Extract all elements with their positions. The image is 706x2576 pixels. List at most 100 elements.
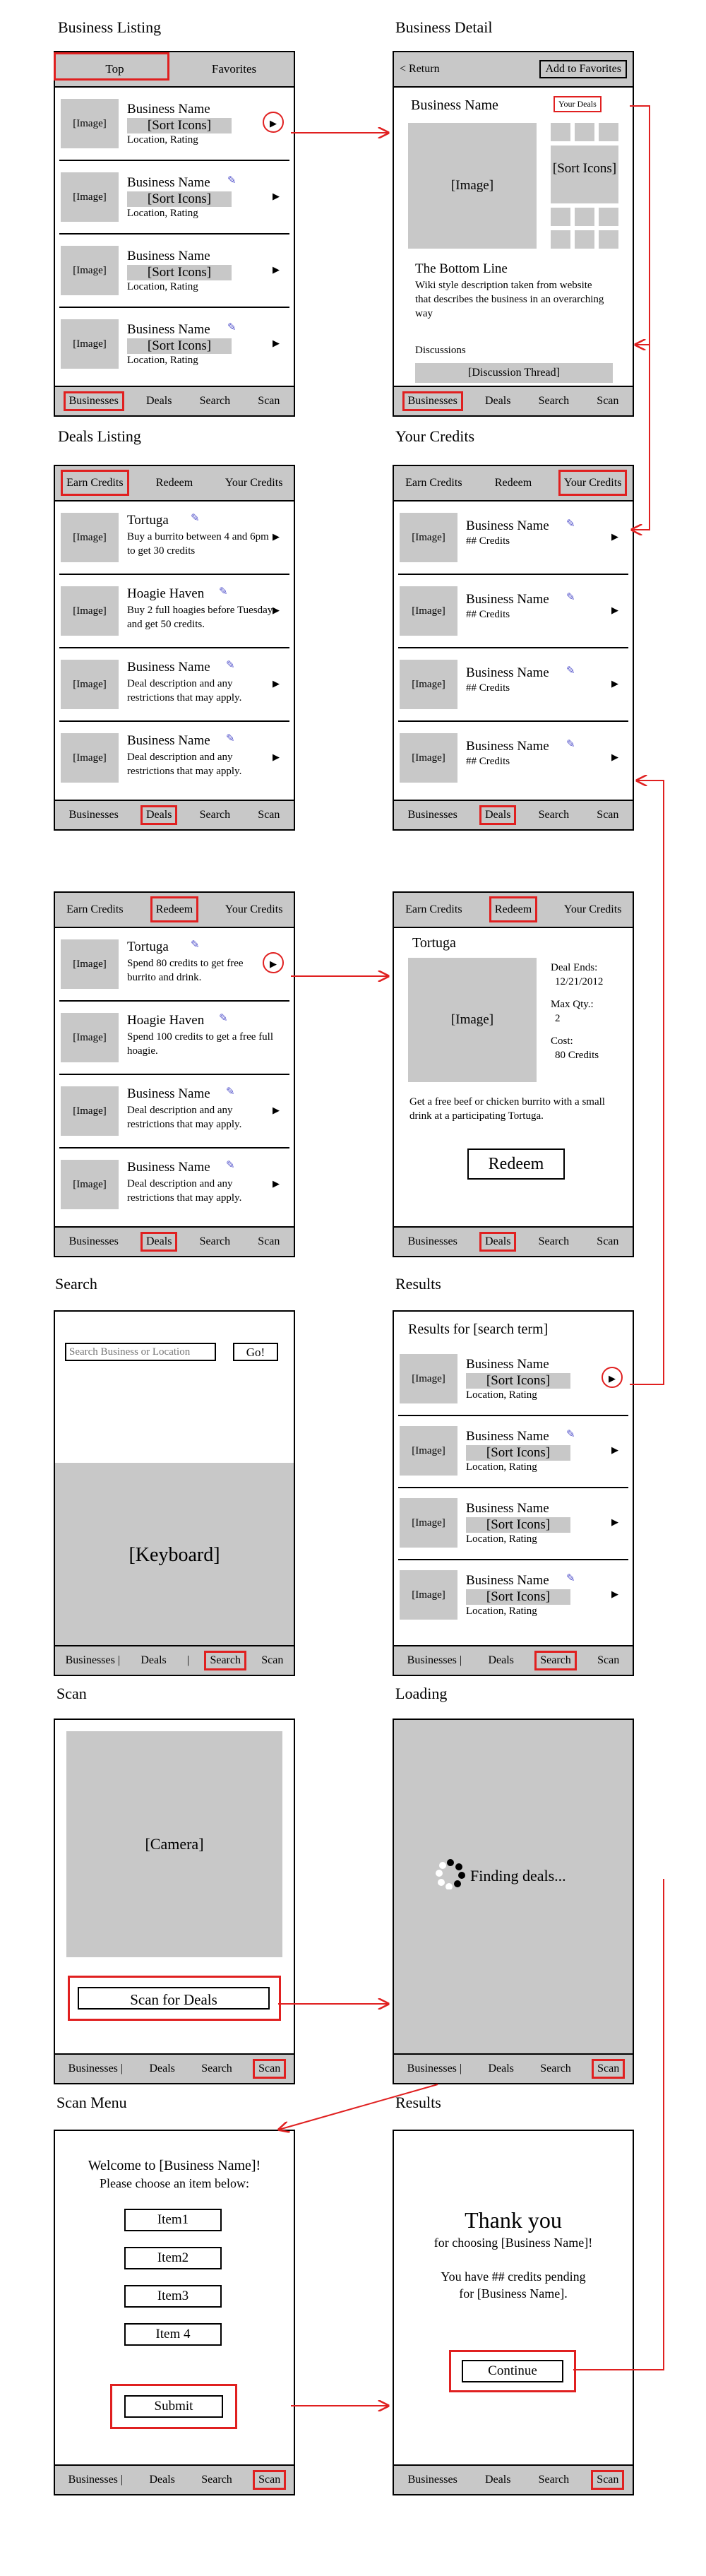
- tab-scan[interactable]: Scan: [592, 807, 623, 824]
- list-item[interactable]: [Image] Business Name ✎ Deal description…: [59, 653, 289, 722]
- your-deals-button[interactable]: Your Deals: [554, 96, 602, 112]
- list-item[interactable]: [Image] Business Name [Sort Icons] Locat…: [59, 92, 289, 161]
- tab-earn-credits[interactable]: Earn Credits: [394, 477, 474, 489]
- list-item[interactable]: [Image] Tortuga ✎ Spend 80 credits to ge…: [59, 932, 289, 1002]
- search-input[interactable]: [65, 1343, 216, 1361]
- tab-redeem[interactable]: Redeem: [474, 896, 554, 922]
- tab-your-credits[interactable]: Your Credits: [553, 903, 633, 916]
- play-arrow-icon[interactable]: ▶: [611, 531, 618, 542]
- menu-item-2[interactable]: Item2: [124, 2247, 222, 2269]
- list-item[interactable]: [Image] Hoagie Haven ✎ Buy 2 full hoagie…: [59, 579, 289, 648]
- tab-scan[interactable]: Scan: [257, 1652, 287, 1669]
- tab-businesses[interactable]: Businesses |: [403, 2060, 466, 2077]
- tab-deals[interactable]: Deals: [140, 1232, 178, 1252]
- list-item[interactable]: [Image] Business Name ✎ [Sort Icons] Loc…: [59, 165, 289, 235]
- list-item[interactable]: [Image] Business Name ✎ ## Credits ▶: [398, 579, 628, 648]
- list-item[interactable]: [Image] Business Name ✎ Deal description…: [59, 1153, 289, 1221]
- play-arrow-icon[interactable]: ▶: [273, 1105, 280, 1116]
- list-item[interactable]: [Image] Business Name ✎ [Sort Icons] Loc…: [398, 1563, 628, 1631]
- play-arrow-icon[interactable]: ▶: [273, 1178, 280, 1189]
- tab-deals[interactable]: Deals: [484, 1652, 517, 1669]
- tab-businesses[interactable]: Businesses: [404, 1233, 462, 1250]
- menu-item-3[interactable]: Item3: [124, 2285, 222, 2308]
- tab-search[interactable]: Search: [534, 393, 574, 410]
- list-item[interactable]: [Image] Tortuga ✎ Buy a burrito between …: [59, 506, 289, 575]
- tab-search[interactable]: Search: [534, 1233, 574, 1250]
- tab-favorites[interactable]: Favorites: [174, 62, 294, 76]
- play-arrow-icon[interactable]: ▶: [273, 338, 280, 349]
- list-item[interactable]: [Image] Business Name ✎ ## Credits ▶: [398, 726, 628, 794]
- return-button[interactable]: < Return: [400, 63, 440, 76]
- list-item[interactable]: [Image] Business Name ✎ Deal description…: [59, 726, 289, 794]
- play-arrow-icon[interactable]: ▶: [273, 752, 280, 763]
- submit-button[interactable]: Submit: [124, 2395, 223, 2418]
- tab-scan[interactable]: Scan: [592, 1233, 623, 1250]
- tab-search[interactable]: Search: [204, 1651, 246, 1670]
- discussion-thread[interactable]: [Discussion Thread]: [415, 363, 613, 383]
- tab-scan[interactable]: Scan: [253, 393, 284, 410]
- tab-scan[interactable]: Scan: [592, 393, 623, 410]
- play-arrow-icon[interactable]: ▶: [273, 264, 280, 275]
- go-button[interactable]: Go!: [233, 1343, 278, 1361]
- tab-scan[interactable]: Scan: [591, 2470, 625, 2490]
- scan-for-deals-button[interactable]: Scan for Deals: [78, 1987, 270, 2010]
- play-arrow-icon[interactable]: ▶: [263, 112, 284, 133]
- tab-search[interactable]: Search: [197, 2471, 237, 2488]
- tab-scan[interactable]: Scan: [253, 807, 284, 824]
- tab-deals[interactable]: Deals: [140, 805, 178, 825]
- tab-businesses[interactable]: Businesses: [402, 391, 463, 411]
- add-to-favorites-button[interactable]: Add to Favorites: [539, 60, 627, 78]
- tab-deals[interactable]: Deals: [145, 2471, 179, 2488]
- list-item[interactable]: [Image] Business Name ✎ [Sort Icons] Loc…: [59, 312, 289, 380]
- tab-businesses[interactable]: Businesses: [65, 1233, 123, 1250]
- list-item[interactable]: [Image] Business Name [Sort Icons] Locat…: [398, 1491, 628, 1560]
- play-arrow-icon[interactable]: ▶: [611, 678, 618, 689]
- list-item[interactable]: [Image] Business Name ✎ Deal description…: [59, 1079, 289, 1148]
- play-arrow-icon[interactable]: ▶: [611, 752, 618, 763]
- tab-redeem[interactable]: Redeem: [474, 477, 554, 489]
- redeem-button[interactable]: Redeem: [467, 1148, 565, 1180]
- tab-deals[interactable]: Deals: [145, 2060, 179, 2077]
- tab-scan[interactable]: Scan: [253, 1233, 284, 1250]
- tab-deals[interactable]: Deals: [479, 805, 517, 825]
- tab-your-credits[interactable]: Your Credits: [214, 477, 294, 489]
- tab-search[interactable]: Search: [534, 1651, 577, 1670]
- tab-businesses[interactable]: Businesses: [63, 391, 124, 411]
- list-item[interactable]: [Image] Business Name ✎ ## Credits ▶: [398, 653, 628, 722]
- play-arrow-icon[interactable]: ▶: [273, 191, 280, 202]
- play-arrow-icon[interactable]: ▶: [611, 1589, 618, 1600]
- tab-your-credits[interactable]: Your Credits: [553, 470, 633, 496]
- list-item[interactable]: [Image] Business Name ✎ ## Credits ▶: [398, 506, 628, 575]
- list-item[interactable]: [Image] Business Name [Sort Icons] Locat…: [59, 239, 289, 308]
- keyboard[interactable]: [Keyboard]: [55, 1463, 294, 1648]
- tab-deals[interactable]: Deals: [481, 393, 515, 410]
- play-arrow-icon[interactable]: ▶: [611, 1444, 618, 1456]
- tab-search[interactable]: Search: [196, 393, 235, 410]
- tab-search[interactable]: Search: [534, 807, 574, 824]
- tab-search[interactable]: Search: [196, 807, 235, 824]
- tab-deals[interactable]: Deals: [481, 2471, 515, 2488]
- tab-earn-credits[interactable]: Earn Credits: [55, 903, 135, 916]
- play-arrow-icon[interactable]: ▶: [273, 531, 280, 542]
- tab-scan[interactable]: Scan: [253, 2470, 287, 2490]
- camera-view[interactable]: [Camera]: [66, 1731, 282, 1957]
- tab-businesses[interactable]: Businesses |: [64, 2060, 127, 2077]
- tab-businesses[interactable]: Businesses |: [403, 1652, 466, 1669]
- list-item[interactable]: [Image] Business Name ✎ [Sort Icons] Loc…: [398, 1419, 628, 1488]
- tab-redeem[interactable]: Redeem: [135, 477, 215, 489]
- tab-earn-credits[interactable]: Earn Credits: [394, 903, 474, 916]
- list-item[interactable]: [Image] Business Name [Sort Icons] Locat…: [398, 1347, 628, 1416]
- play-arrow-icon[interactable]: ▶: [611, 1516, 618, 1528]
- tab-redeem[interactable]: Redeem: [135, 896, 215, 922]
- tab-businesses[interactable]: Businesses: [65, 807, 123, 824]
- play-arrow-icon[interactable]: ▶: [602, 1367, 623, 1388]
- tab-scan[interactable]: Scan: [253, 2059, 287, 2079]
- tab-businesses[interactable]: Businesses |: [61, 1652, 124, 1669]
- tab-your-credits[interactable]: Your Credits: [214, 903, 294, 916]
- tab-businesses[interactable]: Businesses: [404, 2471, 462, 2488]
- tab-deals[interactable]: Deals: [484, 2060, 517, 2077]
- tab-deals[interactable]: Deals: [142, 393, 176, 410]
- continue-button[interactable]: Continue: [462, 2360, 563, 2382]
- tab-deals[interactable]: Deals: [136, 1652, 170, 1669]
- menu-item-1[interactable]: Item1: [124, 2209, 222, 2231]
